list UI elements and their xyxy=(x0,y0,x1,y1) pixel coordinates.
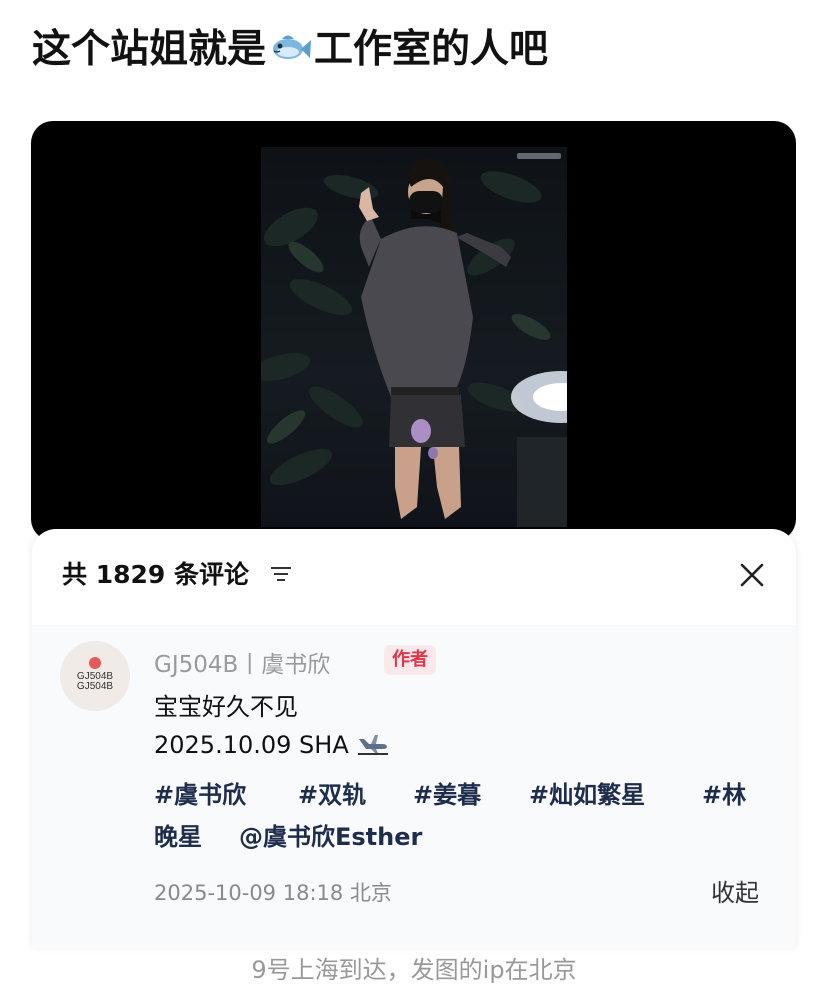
airplane-icon xyxy=(358,735,389,755)
hashtag-2[interactable]: #双轨 xyxy=(298,775,366,810)
video-player[interactable] xyxy=(31,121,796,541)
author-badge: 作者 xyxy=(384,645,436,675)
post-title: 这个站姐就是 工作室的人吧 xyxy=(32,24,812,76)
post-title-end: 工作室的人吧 xyxy=(314,27,549,72)
post-title-start: 这个站姐就是 xyxy=(32,27,267,72)
mention-link[interactable]: @虞书欣Esther xyxy=(239,817,422,852)
video-frame xyxy=(261,147,567,527)
flight-info: 2025.10.09 SHA xyxy=(154,731,349,759)
avatar[interactable]: GJ504B GJ504B xyxy=(60,641,130,711)
video-still xyxy=(261,153,567,527)
comment-username[interactable]: GJ504B丨虞书欣 xyxy=(154,645,330,679)
hashtag-4[interactable]: #灿如繁星 xyxy=(529,775,645,810)
comment-text-line-1: 宝宝好久不见 xyxy=(154,693,298,721)
fish-emoji-icon xyxy=(273,35,312,59)
hashtag-5-start[interactable]: #林 xyxy=(702,775,746,810)
hashtag-1[interactable]: #虞书欣 xyxy=(154,775,246,810)
hashtag-3[interactable]: #姜暮 xyxy=(413,775,481,810)
image-caption: 9号上海到达，发图的ip在北京 xyxy=(251,956,577,984)
svg-text:GJ504B: GJ504B xyxy=(77,681,113,692)
comment-count: 共 1829 条评论 xyxy=(62,560,249,589)
comment-item: GJ504B GJ504B GJ504B丨虞书欣 作者 宝宝好久不见 2025.… xyxy=(32,625,796,949)
comment-timestamp-location: 2025-10-09 18:18 北京 xyxy=(154,881,392,905)
comment-text-line-2: 2025.10.09 SHA xyxy=(154,731,390,759)
hashtag-5-end[interactable]: 晚星 xyxy=(154,817,202,852)
comments-sheet: 共 1829 条评论 GJ504B GJ504B GJ504B丨虞书欣 作者 宝… xyxy=(32,529,796,949)
sort-lines-icon[interactable] xyxy=(270,565,292,583)
close-icon[interactable] xyxy=(736,559,768,591)
avatar-image: GJ504B GJ504B xyxy=(60,641,130,711)
collapse-button[interactable]: 收起 xyxy=(711,873,759,908)
